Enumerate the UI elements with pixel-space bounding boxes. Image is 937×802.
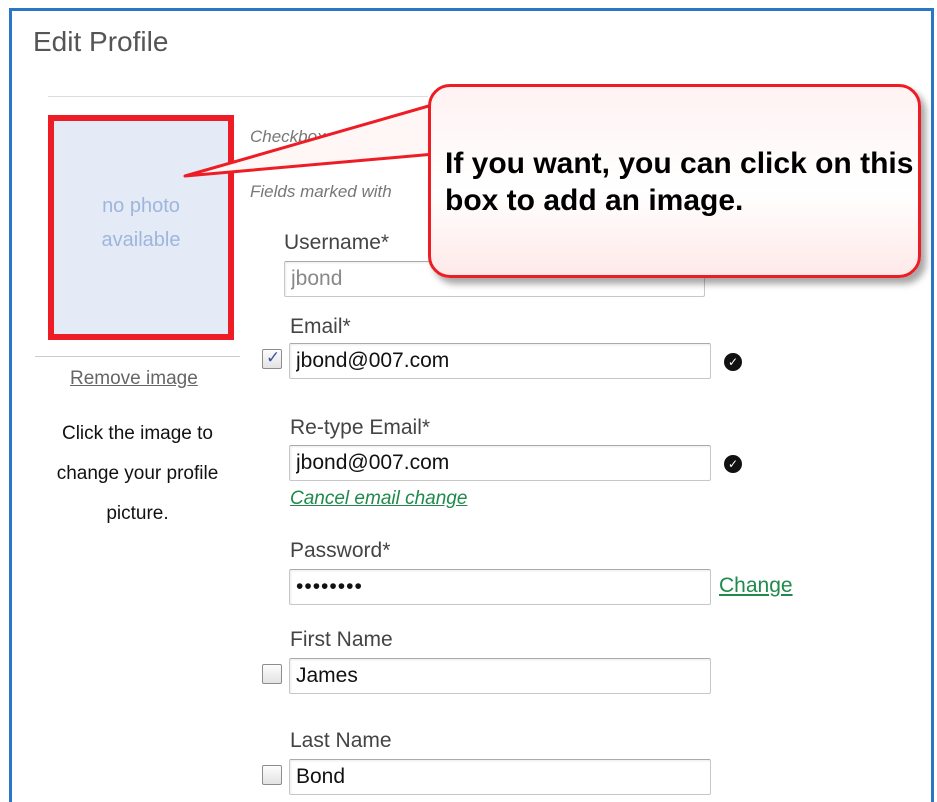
callout-text: If you want, you can click on this box t… [445, 147, 914, 217]
callout-box: If you want, you can click on this box t… [428, 84, 921, 278]
